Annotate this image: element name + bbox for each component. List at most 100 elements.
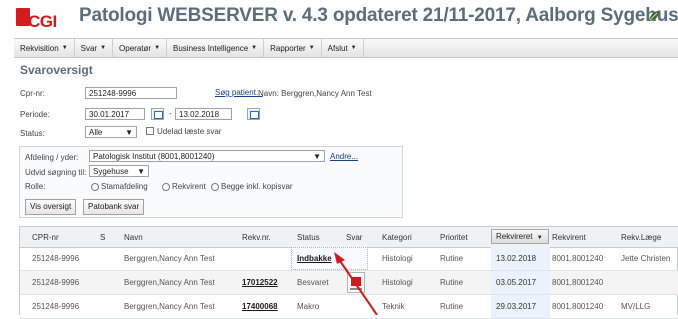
cell-navn: Berggren,Nancy Ann Test [124,278,215,287]
col-kategori[interactable]: Kategori [382,233,412,242]
table-row[interactable]: 251248-9996 Berggren,Nancy Ann Test 1701… [20,271,678,295]
cpr-input[interactable]: 251248-9996 [85,87,177,99]
afdeling-label: Afdeling / yder: [25,153,79,162]
cell-status: Besvaret [297,278,329,287]
page-title: Svaroversigt [20,63,93,77]
caret-down-icon: ▼ [251,45,258,51]
cell-prioritet: Rutine [440,254,464,263]
cell-status-link[interactable]: Indbakke [297,254,332,263]
afdeling-select-value: Patologisk Institut (8001,8001240) [93,152,215,161]
col-cpr[interactable]: CPR-nr [32,233,59,242]
cell-cpr: 251248-9996 [32,302,80,311]
col-navn[interactable]: Navn [124,233,143,242]
cell-kategori: Histologi [382,254,413,263]
chevron-down-icon: ▼ [313,152,321,161]
caret-down-icon: ▼ [308,45,315,51]
col-rekv-laege[interactable]: Rekv.Læge [621,233,661,242]
cell-kategori: Teknik [382,302,405,311]
menu-bar: Rekvisition ▼ Svar ▼ Operatør ▼ Business In… [14,38,678,58]
search-patient-link[interactable]: Søg patient... [215,88,263,97]
exclude-read-label: Udelad læste svar [157,127,222,136]
afdeling-select[interactable]: Patologisk Institut (8001,8001240) ▼ [89,150,325,162]
cell-rekv-laege: Jette Christen [621,254,671,263]
caret-down-icon: ▼ [100,45,107,51]
patobank-svar-button[interactable]: Patobank svar [83,199,145,215]
table-row[interactable]: 251248-9996 Berggren,Nancy Ann Test 1740… [20,295,678,319]
cell-rekvirent: 8001,8001240 [552,278,604,287]
cell-navn: Berggren,Nancy Ann Test [124,302,215,311]
udvid-select-value: Sygehuse [93,167,129,176]
status-label: Status: [20,129,45,138]
results-table: CPR-nr S Navn Rekv.nr. Status Svar Kateg… [19,226,678,319]
cell-rekvirent: 8001,8001240 [552,254,604,263]
cell-prioritet: Rutine [440,278,464,287]
menu-label: Rekvisition [20,43,59,53]
app-title: Patologi WEBSERVER v. 4.3 opdateret 21/1… [79,5,678,26]
andre-link[interactable]: Andre... [330,152,358,161]
col-status[interactable]: Status [297,233,320,242]
caret-down-icon: ▼ [350,45,357,51]
table-row[interactable]: 251248-9996 Berggren,Nancy Ann Test Indb… [20,247,678,271]
role-option-label: Stamafdeling [101,182,148,191]
cpr-label: Cpr-nr: [20,89,45,98]
menu-rapporter[interactable]: Rapporter ▼ [264,39,322,57]
menu-operator[interactable]: Operatør ▼ [113,39,168,57]
period-separator: - [169,109,172,118]
role-radio-stamafdeling[interactable] [91,183,99,191]
period-from-input[interactable]: 30.01.2017 [85,108,145,120]
sort-down-icon: ▼ [536,235,543,241]
cell-cpr: 251248-9996 [32,278,80,287]
patient-name-text: Navn: Berggren,Nancy Ann Test [258,89,372,98]
role-option-label: Begge inkl. kopisvar [221,182,293,191]
status-select-value: Alle [89,128,103,137]
cell-status: Makro [297,302,320,311]
menu-label: Afslut [327,43,348,53]
col-rekvireret-label: Rekvireret [496,232,533,241]
col-rekvnr[interactable]: Rekv.nr. [242,233,271,242]
role-option-label: Rekvirent [172,182,206,191]
menu-business-intelligence[interactable]: Business Intelligence ▼ [167,39,265,57]
cell-kategori: Histologi [382,278,413,287]
cgi-logo-text: CGI [28,12,57,31]
col-rekvireret[interactable]: Rekvireret ▼ [491,229,549,244]
col-s[interactable]: S [100,233,105,242]
cell-rekv-laege: MV/LLG [621,302,651,311]
cell-rekvirent: 8001,8001240 [552,302,604,311]
cell-rekvireret: 13.02.2018 [496,254,537,263]
cell-cpr: 251248-9996 [32,254,80,263]
vis-oversigt-button[interactable]: Vis oversigt [25,199,77,215]
leaf-icon [649,11,659,21]
calendar-icon[interactable] [247,108,260,120]
cell-navn: Berggren,Nancy Ann Test [124,254,215,263]
menu-label: Operatør [119,43,152,53]
role-radio-rekvirent[interactable] [162,183,170,191]
udvid-label: Udvid søgning til: [25,168,87,177]
menu-rekvisition[interactable]: Rekvisition ▼ [14,39,75,57]
menu-svar[interactable]: Svar ▼ [75,39,114,57]
cell-rekvireret: 29.03.2017 [496,302,537,311]
chevron-down-icon: ▼ [125,128,133,137]
col-svar[interactable]: Svar [346,233,362,242]
caret-down-icon: ▼ [154,45,161,51]
exclude-read-checkbox[interactable] [146,127,154,135]
cell-rekvnr-link[interactable]: 17400068 [242,302,278,311]
col-rekvirent[interactable]: Rekvirent [552,233,586,242]
calendar-icon[interactable] [151,108,164,120]
menu-label: Business Intelligence [173,43,249,53]
rolle-label: Rolle: [25,182,46,191]
cell-rekvireret: 03.05.2017 [496,278,537,287]
menu-label: Svar [80,43,98,53]
cell-rekvnr-link[interactable]: 17012522 [242,278,278,287]
menu-afslut[interactable]: Afslut ▼ [322,39,364,57]
chevron-down-icon: ▼ [137,167,145,176]
status-select[interactable]: Alle ▼ [85,126,137,138]
caret-down-icon: ▼ [61,45,68,51]
role-radio-begge[interactable] [211,183,219,191]
pdf-icon[interactable] [347,272,365,293]
period-to-input[interactable]: 13.02.2018 [175,108,232,120]
udvid-select[interactable]: Sygehuse ▼ [89,165,149,177]
col-prioritet[interactable]: Prioritet [440,233,468,242]
cell-prioritet: Rutine [440,302,464,311]
period-label: Periode: [20,110,50,119]
app-header: CGI Patologi WEBSERVER v. 4.3 opdateret … [0,0,678,38]
